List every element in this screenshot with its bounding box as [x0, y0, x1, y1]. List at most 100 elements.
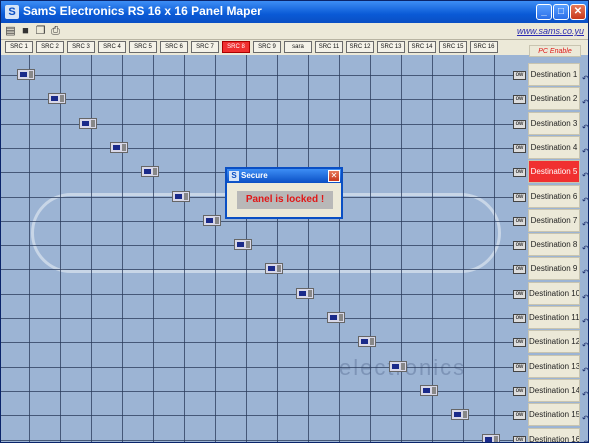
destination-button-1[interactable]: Destination 1: [528, 63, 580, 86]
source-button-13[interactable]: SRC 13: [377, 41, 405, 53]
crosspoint-icon[interactable]: [296, 288, 314, 299]
undo-icon[interactable]: ↶: [582, 367, 588, 375]
destination-lock-icon[interactable]: ow: [513, 95, 526, 104]
destination-button-11[interactable]: Destination 11: [528, 306, 580, 329]
undo-icon[interactable]: ↶: [582, 148, 588, 156]
source-button-16[interactable]: SRC 16: [470, 41, 498, 53]
source-button-9[interactable]: SRC 9: [253, 41, 281, 53]
crosspoint-icon[interactable]: [17, 69, 35, 80]
undo-icon[interactable]: ↶: [582, 172, 588, 180]
grid-column-line: [401, 55, 402, 442]
source-button-15[interactable]: SRC 15: [439, 41, 467, 53]
source-button-3[interactable]: SRC 3: [67, 41, 95, 53]
crosspoint-icon[interactable]: [482, 434, 500, 442]
website-link[interactable]: www.sams.co.yu: [517, 26, 584, 36]
grid-column-line: [122, 55, 123, 442]
source-button-7[interactable]: SRC 7: [191, 41, 219, 53]
source-button-8[interactable]: SRC 8: [222, 41, 250, 53]
destination-lock-icon[interactable]: ow: [513, 144, 526, 153]
undo-icon[interactable]: ↶: [582, 221, 588, 229]
destination-button-9[interactable]: Destination 9: [528, 257, 580, 280]
destination-lock-icon[interactable]: ow: [513, 241, 526, 250]
toolbar: ▤ ■ ❐ ⎙ www.sams.co.yu: [1, 23, 588, 40]
undo-icon[interactable]: ↶: [582, 197, 588, 205]
crosspoint-icon[interactable]: [451, 409, 469, 420]
destination-button-13[interactable]: Destination 13: [528, 355, 580, 378]
destination-button-6[interactable]: Destination 6: [528, 185, 580, 208]
crosspoint-icon[interactable]: [79, 118, 97, 129]
destination-lock-icon[interactable]: ow: [513, 387, 526, 396]
destination-button-14[interactable]: Destination 14: [528, 379, 580, 402]
save-icon[interactable]: ■: [19, 25, 32, 38]
undo-icon[interactable]: ↶: [582, 245, 588, 253]
secure-dialog: Secure S ✕ Panel is locked !: [225, 167, 343, 219]
destination-button-5[interactable]: Destination 5: [528, 160, 580, 183]
crosspoint-icon[interactable]: [327, 312, 345, 323]
source-button-10[interactable]: sara: [284, 41, 312, 53]
crosspoint-icon[interactable]: [172, 191, 190, 202]
crosspoint-icon[interactable]: [48, 93, 66, 104]
open-folder-icon[interactable]: ▤: [4, 25, 17, 38]
undo-icon[interactable]: ↶: [582, 269, 588, 277]
grid-column-line: [277, 55, 278, 442]
crosspoint-icon[interactable]: [203, 215, 221, 226]
close-button[interactable]: ✕: [570, 4, 586, 20]
destination-button-12[interactable]: Destination 12: [528, 330, 580, 353]
grid-column-line: [29, 55, 30, 442]
destination-button-2[interactable]: Destination 2: [528, 87, 580, 110]
source-button-2[interactable]: SRC 2: [36, 41, 64, 53]
crosspoint-icon[interactable]: [234, 239, 252, 250]
destination-lock-icon[interactable]: ow: [513, 436, 526, 442]
crosspoint-icon[interactable]: [389, 361, 407, 372]
destination-button-7[interactable]: Destination 7: [528, 209, 580, 232]
title-bar[interactable]: S SamS Electronics RS 16 x 16 Panel Mape…: [1, 1, 588, 23]
source-button-1[interactable]: SRC 1: [5, 41, 33, 53]
undo-icon[interactable]: ↶: [582, 75, 588, 83]
grid-column-line: [494, 55, 495, 442]
source-button-14[interactable]: SRC 14: [408, 41, 436, 53]
crosspoint-icon[interactable]: [141, 166, 159, 177]
destination-lock-icon[interactable]: ow: [513, 168, 526, 177]
destination-button-15[interactable]: Destination 15: [528, 403, 580, 426]
crosspoint-icon[interactable]: [420, 385, 438, 396]
undo-icon[interactable]: ↶: [582, 124, 588, 132]
source-button-5[interactable]: SRC 5: [129, 41, 157, 53]
destination-lock-icon[interactable]: ow: [513, 363, 526, 372]
source-button-6[interactable]: SRC 6: [160, 41, 188, 53]
undo-icon[interactable]: ↶: [582, 294, 588, 302]
destination-button-8[interactable]: Destination 8: [528, 233, 580, 256]
minimize-button[interactable]: _: [536, 4, 552, 20]
destination-lock-icon[interactable]: ow: [513, 338, 526, 347]
destination-lock-icon[interactable]: ow: [513, 314, 526, 323]
grid-row-line: [1, 318, 526, 319]
destination-lock-icon[interactable]: ow: [513, 411, 526, 420]
source-button-12[interactable]: SRC 12: [346, 41, 374, 53]
destination-button-10[interactable]: Destination 10: [528, 282, 580, 305]
crosspoint-icon[interactable]: [358, 336, 376, 347]
destination-button-3[interactable]: Destination 3: [528, 112, 580, 135]
crosspoint-icon[interactable]: [265, 263, 283, 274]
destination-lock-icon[interactable]: ow: [513, 193, 526, 202]
undo-icon[interactable]: ↶: [582, 99, 588, 107]
undo-icon[interactable]: ↶: [582, 415, 588, 423]
print-icon[interactable]: ⎙: [49, 25, 62, 38]
destination-button-4[interactable]: Destination 4: [528, 136, 580, 159]
grid-row-line: [1, 367, 526, 368]
dialog-close-button[interactable]: ✕: [328, 170, 340, 182]
crosspoint-icon[interactable]: [110, 142, 128, 153]
destination-lock-icon[interactable]: ow: [513, 217, 526, 226]
source-button-11[interactable]: SRC 11: [315, 41, 343, 53]
undo-icon[interactable]: ↶: [582, 342, 588, 350]
destination-lock-icon[interactable]: ow: [513, 290, 526, 299]
maximize-button[interactable]: □: [553, 4, 569, 20]
pc-enable-button[interactable]: PC Enable: [529, 45, 581, 57]
undo-icon[interactable]: ↶: [582, 391, 588, 399]
destination-lock-icon[interactable]: ow: [513, 71, 526, 80]
source-button-4[interactable]: SRC 4: [98, 41, 126, 53]
copy-icon[interactable]: ❐: [34, 25, 47, 38]
destination-lock-icon[interactable]: ow: [513, 120, 526, 129]
grid-column-line: [60, 55, 61, 442]
undo-icon[interactable]: ↶: [582, 318, 588, 326]
destination-button-16[interactable]: Destination 16: [528, 428, 580, 442]
destination-lock-icon[interactable]: ow: [513, 265, 526, 274]
